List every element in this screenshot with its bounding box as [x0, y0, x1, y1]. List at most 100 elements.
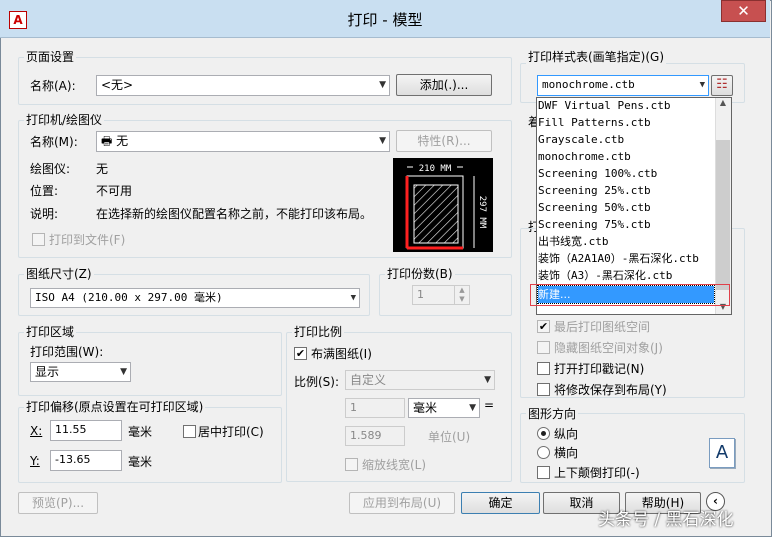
plot-style-select[interactable]: monochrome.ctb ▼	[537, 75, 709, 96]
print-range-select[interactable]: 显示 ▼	[30, 362, 131, 382]
scale-lineweights-checkbox[interactable]	[345, 458, 358, 471]
paper-size-select[interactable]: ISO A4 (210.00 x 297.00 毫米) ▼	[30, 288, 360, 308]
printer-title: 打印机/绘图仪	[24, 111, 105, 128]
plotter-value: 无	[96, 162, 109, 176]
offset-y-unit: 毫米	[128, 455, 153, 469]
plot-stamp-checkbox[interactable]	[537, 362, 550, 375]
page-setup-name-select[interactable]: <无> ▼	[96, 75, 390, 96]
plot-stamp-label: 打开打印戳记(N)	[554, 362, 645, 376]
offset-y-input[interactable]: -13.65	[50, 450, 122, 471]
landscape-label: 横向	[554, 446, 579, 460]
printer-properties-button[interactable]: 特性(R)...	[396, 130, 492, 152]
dropdown-item[interactable]: DWF Virtual Pens.ctb	[538, 97, 714, 114]
scale-lineweights-label: 缩放线宽(L)	[362, 458, 427, 472]
fit-to-paper-checkbox[interactable]: ✔	[294, 347, 307, 360]
chevron-down-icon: ▼	[699, 80, 705, 90]
paper-size-title: 图纸尺寸(Z)	[24, 265, 94, 282]
offset-x-input[interactable]: 11.55	[50, 420, 122, 441]
offset-x-unit: 毫米	[128, 425, 153, 439]
printer-icon: 🖶	[101, 134, 113, 148]
print-scale-title: 打印比例	[292, 323, 345, 340]
upside-down-label: 上下颠倒打印(-)	[554, 466, 640, 480]
dropdown-item[interactable]: Grayscale.ctb	[538, 131, 714, 148]
paper-preview: 210 MM 297 MM	[393, 158, 493, 252]
preview-height-label: 297 MM	[477, 196, 487, 229]
dropdown-item[interactable]: monochrome.ctb	[538, 148, 714, 165]
chevron-down-icon: ▼	[484, 375, 491, 385]
apply-to-layout-button[interactable]: 应用到布局(U)	[349, 492, 455, 514]
highlight-annotation-box	[530, 284, 730, 306]
scale-paper-units-value: 1	[350, 401, 357, 414]
center-plot-label: 居中打印(C)	[198, 425, 264, 439]
offset-y-label: Y:	[30, 454, 40, 468]
print-offset-group	[18, 407, 282, 483]
hide-paperspace-checkbox[interactable]	[537, 341, 550, 354]
dropdown-item[interactable]: Fill Patterns.ctb	[538, 114, 714, 131]
last-paperspace-checkbox[interactable]: ✔	[537, 320, 550, 333]
paper-preview-graphic: 210 MM 297 MM	[405, 161, 487, 250]
page-setup-title: 页面设置	[24, 48, 77, 65]
chevron-down-icon: ▼	[120, 367, 127, 377]
scale-unit-value: 毫米	[413, 401, 438, 415]
save-to-layout-checkbox[interactable]	[537, 383, 550, 396]
scale-unit-select[interactable]: 毫米 ▼	[408, 398, 480, 418]
window-title: 打印 - 模型	[347, 11, 423, 29]
scale-select[interactable]: 自定义 ▼	[345, 370, 495, 390]
page-setup-add-button[interactable]: 添加(.)...	[396, 74, 492, 96]
location-label: 位置:	[30, 184, 59, 198]
copies-spinner[interactable]: ▲ ▼	[454, 286, 469, 304]
chevron-down-icon: ▼	[469, 403, 476, 413]
offset-x-value: 11.55	[55, 423, 87, 436]
fit-to-paper-label: 布满图纸(I)	[311, 347, 372, 361]
description-label: 说明:	[30, 207, 59, 221]
dropdown-item[interactable]: Screening 75%.ctb	[538, 216, 714, 233]
offset-x-label: X:	[30, 424, 43, 438]
watermark-text: 头条号 / 黑石深化	[598, 510, 734, 530]
close-button[interactable]: ✕	[721, 0, 766, 22]
save-to-layout-label: 将修改保存到布局(Y)	[554, 383, 667, 397]
upside-down-checkbox[interactable]	[537, 466, 550, 479]
dropdown-item[interactable]: 装饰（A2A1A0）-黑石深化.ctb	[538, 250, 714, 267]
print-range-value: 显示	[35, 365, 60, 379]
chevron-down-icon: ▼	[379, 136, 386, 146]
dropdown-scrollbar-thumb[interactable]	[716, 140, 730, 290]
printer-name-value: 无	[116, 134, 129, 148]
scale-drawing-units-value: 1.589	[350, 429, 382, 442]
plot-style-title: 打印样式表(画笔指定)(G)	[526, 48, 667, 65]
scale-paper-units-input[interactable]: 1	[345, 398, 405, 418]
location-value: 不可用	[96, 184, 133, 198]
dropdown-item[interactable]: Screening 25%.ctb	[538, 182, 714, 199]
dropdown-item[interactable]: Screening 100%.ctb	[538, 165, 714, 182]
chevron-down-icon: ▼	[379, 80, 386, 90]
printer-name-label: 名称(M):	[30, 135, 78, 149]
last-paperspace-label: 最后打印图纸空间	[554, 320, 651, 334]
orientation-icon: A	[709, 438, 735, 468]
center-plot-checkbox[interactable]	[183, 425, 196, 438]
portrait-radio[interactable]	[537, 427, 550, 440]
copies-value: 1	[417, 288, 424, 301]
preview-width-label: 210 MM	[419, 164, 452, 174]
edit-table-icon: ☷	[716, 77, 728, 92]
scale-label: 比例(S):	[294, 375, 340, 389]
dropdown-item[interactable]: 出书线宽.ctb	[538, 233, 714, 250]
printer-name-select[interactable]: 🖶 无 ▼	[96, 131, 390, 152]
scale-drawing-units-input[interactable]: 1.589	[345, 426, 405, 446]
hide-paperspace-label: 隐藏图纸空间对象(J)	[554, 341, 663, 355]
preview-button[interactable]: 预览(P)...	[18, 492, 98, 514]
description-value: 在选择新的绘图仪配置名称之前，不能打印该布局。	[96, 207, 373, 221]
print-to-file-label: 打印到文件(F)	[49, 233, 126, 247]
edit-plot-style-button[interactable]: ☷	[711, 75, 733, 96]
ok-button[interactable]: 确定	[461, 492, 540, 514]
page-setup-name-value: <无>	[101, 78, 134, 92]
drawing-units-label: 单位(U)	[428, 430, 471, 444]
copies-title: 打印份数(B)	[385, 265, 455, 282]
plot-style-value: monochrome.ctb	[542, 78, 635, 91]
print-to-file-checkbox[interactable]	[32, 233, 45, 246]
dropdown-item[interactable]: 装饰（A3）-黑石深化.ctb	[538, 267, 714, 284]
scroll-up-icon[interactable]: ▲	[716, 98, 730, 110]
offset-y-value: -13.65	[55, 453, 91, 466]
chevron-down-icon: ▼	[350, 293, 356, 303]
dropdown-item[interactable]: Screening 50%.ctb	[538, 199, 714, 216]
landscape-radio[interactable]	[537, 446, 550, 459]
equals-sign: =	[484, 398, 495, 412]
